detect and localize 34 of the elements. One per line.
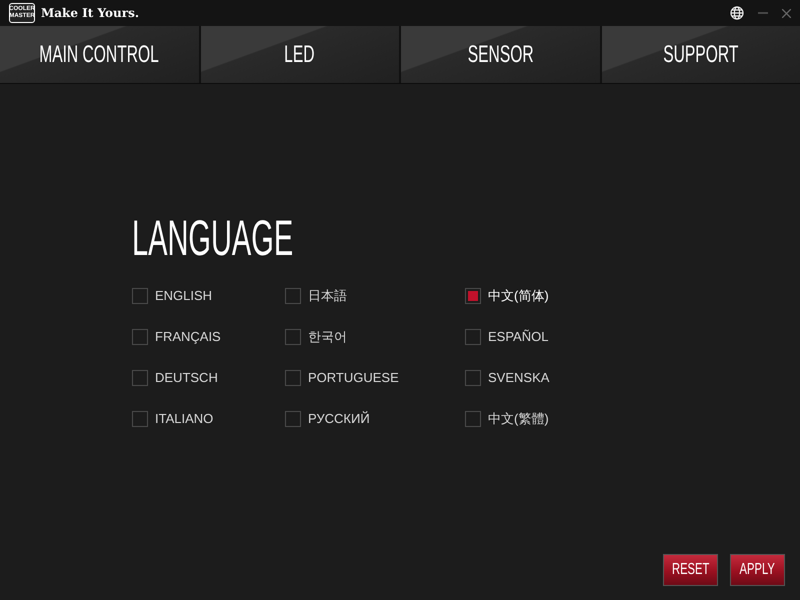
- language-label: ENGLISH: [155, 287, 212, 306]
- language-label: 日本語: [308, 287, 347, 306]
- checkbox[interactable]: [132, 288, 148, 304]
- checkbox[interactable]: [132, 370, 148, 386]
- language-label: DEUTSCH: [155, 369, 218, 388]
- section-heading: LANGUAGE: [132, 212, 294, 264]
- checkbox[interactable]: [465, 288, 481, 304]
- checkbox[interactable]: [285, 288, 301, 304]
- checkbox[interactable]: [132, 329, 148, 345]
- language-label: РУССКИЙ: [308, 410, 370, 428]
- checkbox[interactable]: [132, 411, 148, 427]
- nav-tab[interactable]: MAIN CONTROL: [0, 26, 198, 83]
- language-label: ITALIANO: [155, 410, 214, 428]
- nav-tab[interactable]: SUPPORT: [602, 26, 800, 83]
- language-label: FRANÇAIS: [155, 328, 221, 346]
- nav-tab[interactable]: SENSOR: [401, 26, 600, 83]
- checkbox[interactable]: [465, 329, 481, 345]
- globe-icon[interactable]: [730, 6, 744, 20]
- language-label: ESPAÑOL: [488, 328, 548, 346]
- window-title: Make It Yours.: [41, 5, 140, 22]
- checkbox[interactable]: [465, 370, 481, 386]
- checkbox[interactable]: [285, 329, 301, 345]
- language-label: SVENSKA: [488, 369, 550, 388]
- checkbox[interactable]: [285, 370, 301, 386]
- action-button[interactable]: RESET: [663, 554, 718, 586]
- action-button[interactable]: APPLY: [730, 554, 785, 586]
- language-label: PORTUGUESE: [308, 369, 399, 388]
- close-icon[interactable]: [782, 8, 791, 18]
- language-label: 한국어: [308, 328, 347, 346]
- language-label: 中文(简体): [488, 287, 549, 306]
- checkbox[interactable]: [285, 411, 301, 427]
- checkbox[interactable]: [465, 411, 481, 427]
- nav-tab[interactable]: LED: [200, 26, 399, 83]
- language-label: 中文(繁體): [488, 410, 549, 428]
